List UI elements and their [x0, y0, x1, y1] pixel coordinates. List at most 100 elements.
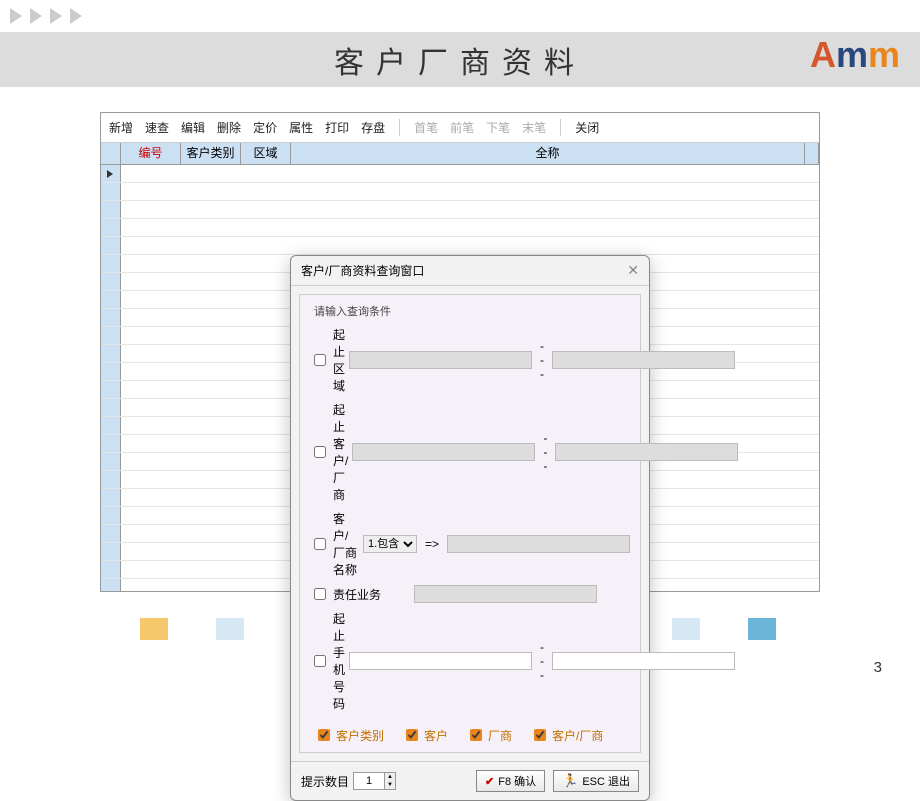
row-header[interactable]: [101, 273, 121, 290]
table-row[interactable]: [101, 219, 819, 237]
category-vendor[interactable]: 厂商: [466, 726, 512, 744]
confirm-button[interactable]: ✔ F8 确认: [476, 770, 545, 792]
table-row[interactable]: [101, 183, 819, 201]
category-row: 客户类别 客户 厂商 客户/厂商: [310, 726, 630, 744]
criteria-phone-range-checkbox[interactable]: [314, 655, 326, 667]
exit-button[interactable]: 🏃 ESC 退出: [553, 770, 639, 792]
row-header[interactable]: [101, 309, 121, 326]
criteria-responsible-checkbox[interactable]: [314, 588, 326, 600]
criteria-range-customer-label[interactable]: 起止客户/厂商: [310, 401, 348, 503]
row-header[interactable]: [101, 399, 121, 416]
criteria-phone-range-label[interactable]: 起止手机号码: [310, 610, 345, 712]
table-row[interactable]: [101, 201, 819, 219]
toolbar-save[interactable]: 存盘: [361, 119, 385, 136]
range-customer-to-input[interactable]: [555, 443, 738, 461]
range-area-from-input[interactable]: [349, 351, 532, 369]
table-row[interactable]: [101, 165, 819, 183]
row-header[interactable]: [101, 435, 121, 452]
range-customer-from-input[interactable]: [352, 443, 535, 461]
table-header-end: [805, 143, 819, 164]
name-value-input[interactable]: [447, 535, 630, 553]
range-area-to-input[interactable]: [552, 351, 735, 369]
toolbar-close[interactable]: 关闭: [575, 119, 599, 136]
toolbar-first: 首笔: [414, 119, 438, 136]
toolbar-separator: [399, 119, 400, 136]
dialog-legend: 请输入查询条件: [310, 303, 630, 319]
toolbar-quick-search[interactable]: 速查: [145, 119, 169, 136]
criteria-responsible-label[interactable]: 责任业务: [310, 585, 410, 603]
row-header[interactable]: [101, 471, 121, 488]
dash-separator: ---: [539, 431, 551, 473]
toolbar-attributes[interactable]: 属性: [289, 119, 313, 136]
hint-spinner[interactable]: ▲ ▼: [353, 772, 396, 790]
name-match-select[interactable]: 1.包含: [363, 535, 417, 553]
criteria-name-label[interactable]: 客户/厂商名称: [310, 510, 359, 578]
dash-separator: ---: [536, 640, 548, 682]
category-cust-type-checkbox[interactable]: [318, 729, 330, 741]
toolbar-new[interactable]: 新增: [109, 119, 133, 136]
phone-to-input[interactable]: [552, 652, 735, 670]
row-header[interactable]: [101, 327, 121, 344]
check-icon: ✔: [485, 775, 494, 788]
criteria-range-area-checkbox[interactable]: [314, 354, 326, 366]
arrow-label: =>: [421, 537, 443, 551]
toolbar-delete[interactable]: 删除: [217, 119, 241, 136]
close-icon[interactable]: ✕: [627, 262, 639, 279]
toolbar-separator: [560, 119, 561, 136]
row-header[interactable]: [101, 165, 121, 182]
table-header-type[interactable]: 客户类别: [181, 143, 241, 164]
category-vendor-checkbox[interactable]: [470, 729, 482, 741]
criteria-name-checkbox[interactable]: [314, 538, 326, 550]
page-number: 3: [874, 659, 882, 676]
category-cust-type[interactable]: 客户类别: [314, 726, 384, 744]
dialog-titlebar[interactable]: 客户/厂商资料查询窗口 ✕: [291, 256, 649, 286]
row-header[interactable]: [101, 255, 121, 272]
criteria-range-customer-checkbox[interactable]: [314, 446, 326, 458]
criteria-name: 客户/厂商名称 1.包含 =>: [310, 510, 630, 578]
category-customer-checkbox[interactable]: [406, 729, 418, 741]
row-header[interactable]: [101, 219, 121, 236]
row-header[interactable]: [101, 237, 121, 254]
exit-icon: 🏃: [562, 773, 578, 789]
row-header[interactable]: [101, 417, 121, 434]
toolbar-pricing[interactable]: 定价: [253, 119, 277, 136]
category-customer[interactable]: 客户: [402, 726, 448, 744]
phone-from-input[interactable]: [349, 652, 532, 670]
row-header[interactable]: [101, 507, 121, 524]
logo: Amm: [810, 34, 900, 76]
spinner-up-icon[interactable]: ▲: [385, 773, 395, 781]
table-header-id[interactable]: 编号: [121, 143, 181, 164]
query-dialog: 客户/厂商资料查询窗口 ✕ 请输入查询条件 起止区域 --- 起止客户/厂商 -…: [290, 255, 650, 801]
toolbar-edit[interactable]: 编辑: [181, 119, 205, 136]
dialog-title: 客户/厂商资料查询窗口: [301, 262, 424, 279]
category-both-checkbox[interactable]: [534, 729, 546, 741]
category-both[interactable]: 客户/厂商: [530, 726, 603, 744]
dash-separator: ---: [536, 339, 548, 381]
decorative-arrows: [0, 0, 920, 32]
page-title: 客户厂商资料: [334, 38, 586, 82]
table-header-fullname[interactable]: 全称: [291, 143, 805, 164]
row-header[interactable]: [101, 543, 121, 560]
row-header[interactable]: [101, 489, 121, 506]
toolbar-last: 末笔: [522, 119, 546, 136]
row-header[interactable]: [101, 579, 121, 591]
criteria-phone-range: 起止手机号码 ---: [310, 610, 630, 712]
hint-value-input[interactable]: [354, 773, 384, 789]
responsible-input[interactable]: [414, 585, 597, 603]
row-header[interactable]: [101, 291, 121, 308]
row-header[interactable]: [101, 183, 121, 200]
toolbar-print[interactable]: 打印: [325, 119, 349, 136]
criteria-range-area-label[interactable]: 起止区域: [310, 326, 345, 394]
table-header-area[interactable]: 区域: [241, 143, 291, 164]
row-header[interactable]: [101, 345, 121, 362]
row-header[interactable]: [101, 363, 121, 380]
hint-label: 提示数目: [301, 773, 349, 790]
row-header[interactable]: [101, 525, 121, 542]
row-header[interactable]: [101, 381, 121, 398]
spinner-down-icon[interactable]: ▼: [385, 781, 395, 789]
row-header[interactable]: [101, 561, 121, 578]
row-header[interactable]: [101, 453, 121, 470]
table-row[interactable]: [101, 237, 819, 255]
toolbar-next: 下笔: [486, 119, 510, 136]
row-header[interactable]: [101, 201, 121, 218]
